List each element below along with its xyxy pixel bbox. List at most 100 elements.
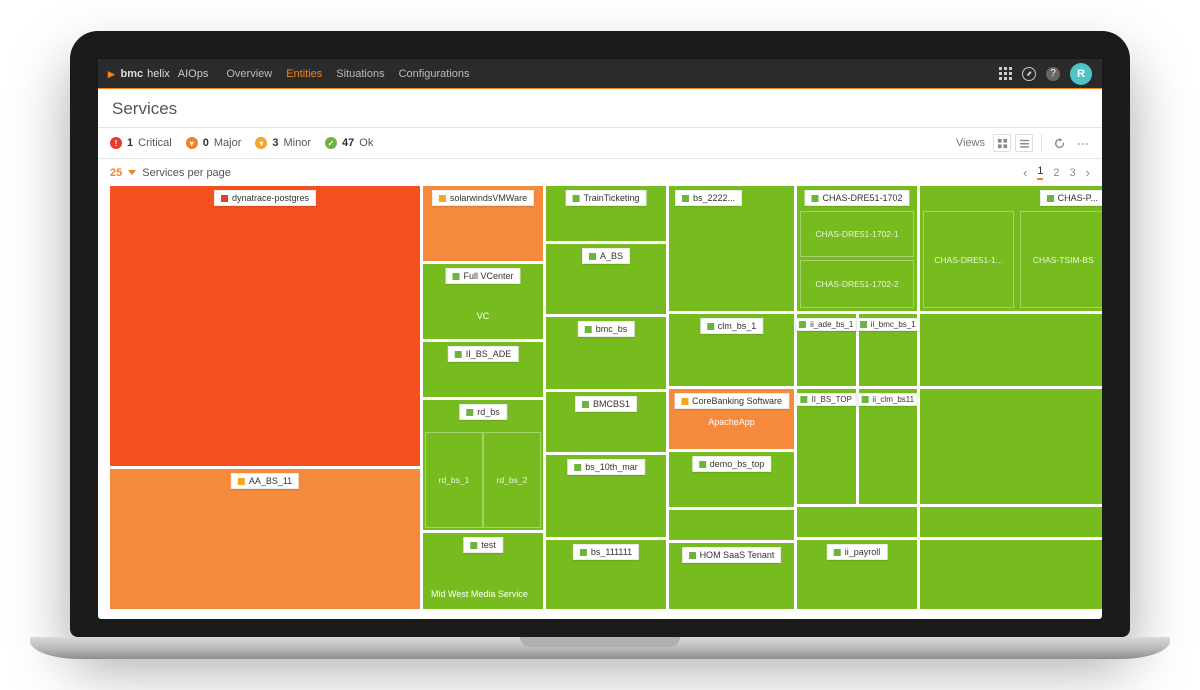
tile-test[interactable]: test Mid West Media Service [423,533,543,609]
tile-ii-clm-bs11[interactable]: ii_clm_bs11 [859,389,918,504]
tile-ii-payroll[interactable]: ii_payroll [797,540,917,609]
page-1[interactable]: 1 [1037,165,1043,180]
tile-full-vcenter[interactable]: Full VCenter VC [423,264,543,339]
tile-label: II_BS_TOP [812,395,852,404]
tile-bs-2222[interactable]: bs_2222... [669,186,794,311]
tile-label: Full VCenter [463,271,513,281]
tile-label: HOM SaaS Tenant [700,550,775,560]
nav-configurations[interactable]: Configurations [399,68,470,80]
tile-label: ii_ade_bs_1 [810,320,853,329]
tile-nested[interactable]: CHAS-DRE51-1702-2 [800,260,914,308]
tile-label: ii_bmc_bs_1 [871,320,916,329]
tile-label: test [481,540,496,550]
major-badge-icon: ▾ [186,137,198,149]
view-list-button[interactable] [1015,134,1033,152]
topbar: ▸ bmc helix AIOps Overview Entities Situ… [98,59,1102,89]
tile-nested[interactable]: rd_bs_1 [425,432,483,528]
apps-grid-icon[interactable] [999,67,1012,80]
tile-ii-ade-bs-1[interactable]: ii_ade_bs_1 [797,314,856,386]
nav-entities[interactable]: Entities [286,68,322,80]
tile-label: BMCBS1 [593,399,630,409]
tile-ii-bmc-bs-1[interactable]: ii_bmc_bs_1 [859,314,918,386]
ok-label: Ok [359,137,373,149]
tile-nested[interactable]: CHAS-TSIM-BS [1020,211,1102,308]
tile-label: CHAS-DRE51-1702 [822,193,902,203]
tile-train-ticketing[interactable]: TrainTicketing [546,186,666,241]
tile-hom-saas[interactable]: HOM SaaS Tenant [669,543,794,609]
tile-sublabel: Mid West Media Service [431,589,528,599]
tile-spacer-5a[interactable] [797,507,917,537]
tile-sublabel: ApacheApp [708,417,755,427]
tile-chas-dre51[interactable]: CHAS-DRE51-1702 CHAS-DRE51-1702-1 CHAS-D… [797,186,917,311]
tile-spacer-4a[interactable] [669,510,794,540]
tile-label: CoreBanking Software [692,396,782,406]
user-avatar[interactable]: R [1070,63,1092,85]
primary-nav: Overview Entities Situations Configurati… [226,68,469,80]
critical-badge-icon: ! [110,137,122,149]
tile-solarwinds[interactable]: solarwindsVMWare [423,186,543,261]
per-page-count: 25 [110,167,122,179]
tile-label: A_BS [600,251,623,261]
tile-bs-10th-mar[interactable]: bs_10th_mar [546,455,666,537]
refresh-button[interactable] [1050,134,1068,152]
tile-spacer-6d[interactable] [920,540,1102,609]
brand-company: bmc [121,68,144,80]
tile-chas-group[interactable]: CHAS-P... CHAS-DRE51-1... CHAS-TSIM-BS [920,186,1102,311]
tile-label: bmc_bs [596,324,628,334]
tile-a-bs[interactable]: A_BS [546,244,666,314]
page-next-button[interactable]: › [1086,165,1090,180]
status-minor[interactable]: ▾ 3 Minor [255,137,311,149]
status-ok[interactable]: ✓ 47 Ok [325,137,373,149]
tile-label: ii_payroll [845,547,881,557]
tile-nested[interactable]: CHAS-DRE51-1... [923,211,1014,308]
tile-label: bs_2222... [693,193,735,203]
tile-nested[interactable]: CHAS-DRE51-1702-1 [800,211,914,257]
tile-bmc-bs[interactable]: bmc_bs [546,317,666,389]
tile-clm-bs-1[interactable]: clm_bs_1 [669,314,794,386]
tile-aa-bs-11[interactable]: AA_BS_11 [110,469,420,609]
view-grid-button[interactable] [993,134,1011,152]
tile-label: clm_bs_1 [718,321,757,331]
status-major[interactable]: ▾ 0 Major [186,137,242,149]
page-prev-button[interactable]: ‹ [1023,165,1027,180]
tile-ii-bs-top[interactable]: II_BS_TOP [797,389,856,504]
pagination: ‹ 1 2 3 › [1023,165,1090,180]
compass-icon[interactable] [1022,67,1036,81]
tile-dynatrace-postgres[interactable]: dynatrace-postgres [110,186,420,466]
more-menu-button[interactable]: ⋮ [1076,138,1090,148]
nav-overview[interactable]: Overview [226,68,272,80]
tile-label: rd_bs [477,407,500,417]
help-icon[interactable]: ? [1046,67,1060,81]
tile-bs-111111[interactable]: bs_111111 [546,540,666,609]
status-critical[interactable]: ! 1 Critical [110,137,172,149]
tile-corebanking[interactable]: CoreBanking Software ApacheApp [669,389,794,449]
per-page-select[interactable]: 25 Services per page [110,167,231,179]
divider [1041,134,1042,152]
tile-demo-bs-top[interactable]: demo_bs_top [669,452,794,507]
major-label: Major [214,137,242,149]
tile-label: AA_BS_11 [249,476,292,486]
page-2[interactable]: 2 [1053,167,1059,179]
tile-nested[interactable]: rd_bs_2 [483,432,541,528]
chevron-down-icon [128,170,136,175]
page-3[interactable]: 3 [1070,167,1076,179]
ok-count: 47 [342,137,354,149]
tile-rd-bs[interactable]: rd_bs rd_bs_1 rd_bs_2 [423,400,543,530]
critical-label: Critical [138,137,172,149]
tile-spacer-6a[interactable] [920,314,1102,386]
brand-module: AIOps [178,68,209,80]
tile-ii-bs-ade[interactable]: II_BS_ADE [423,342,543,397]
views-label: Views [956,137,985,149]
tile-label: TrainTicketing [584,193,640,203]
tile-spacer-6c[interactable] [920,507,1102,537]
tile-label: solarwindsVMWare [450,193,527,203]
nav-situations[interactable]: Situations [336,68,384,80]
tile-label: II_BS_ADE [466,349,512,359]
tile-bmcbs1[interactable]: BMCBS1 [546,392,666,452]
tile-label: bs_111111 [591,547,632,557]
minor-badge-icon: ▾ [255,137,267,149]
tile-spacer-6b[interactable] [920,389,1102,504]
major-count: 0 [203,137,209,149]
list-controls: 25 Services per page ‹ 1 2 3 › [98,159,1102,186]
page-title: Services [98,89,1102,127]
